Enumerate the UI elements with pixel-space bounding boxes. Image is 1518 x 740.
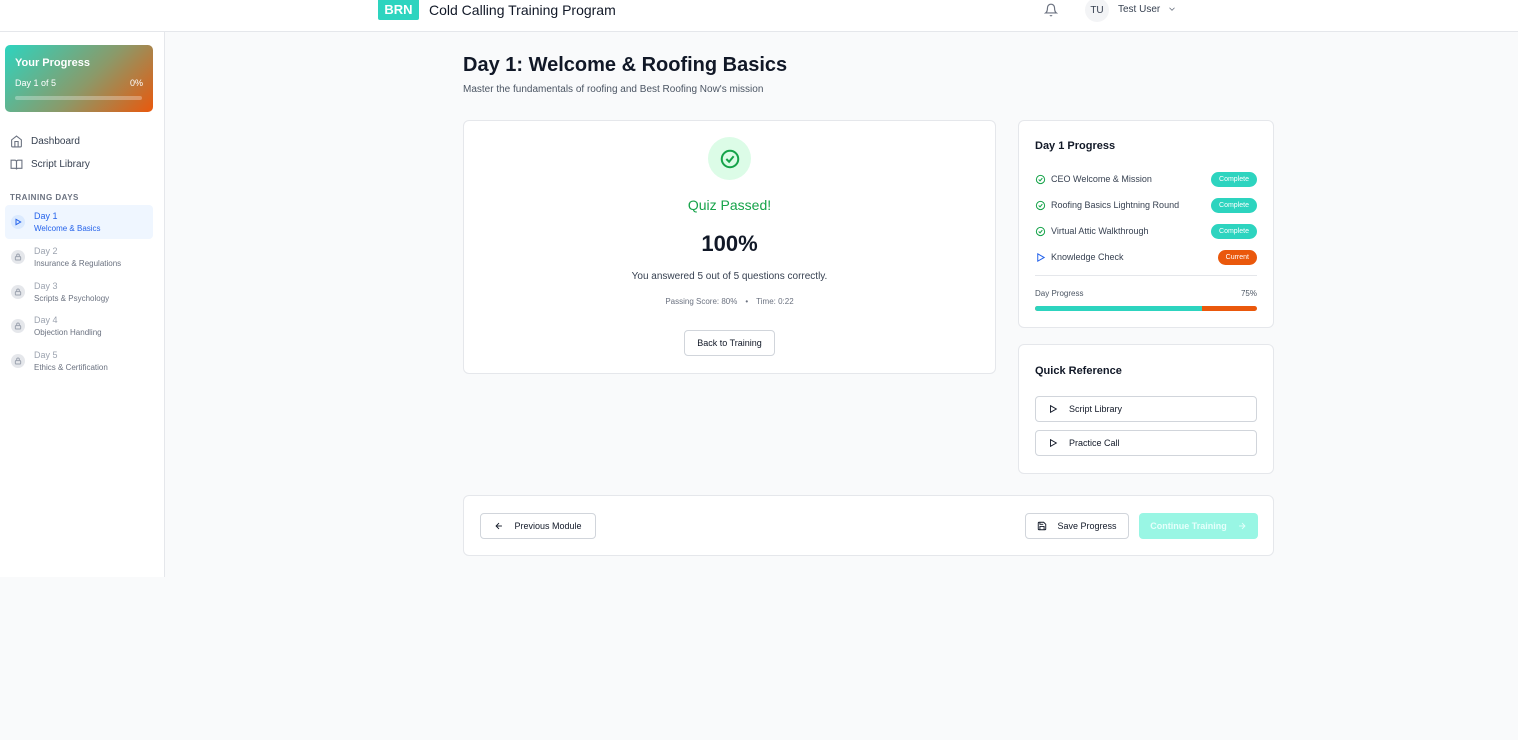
passing-score: Passing Score: 80% (665, 297, 738, 306)
play-icon (1050, 404, 1058, 414)
progress-day-label: Day 1 of 5 (15, 78, 57, 88)
top-bar: BRN Cold Calling Training Program TU Tes… (0, 0, 1518, 32)
lock-icon (11, 319, 25, 333)
practice-call-button[interactable]: Practice Call (1035, 430, 1257, 456)
app-title: Cold Calling Training Program (429, 2, 616, 18)
arrow-right-icon (1238, 522, 1246, 530)
page-title: Day 1: Welcome & Roofing Basics (463, 54, 788, 76)
day-progress-bar (1035, 306, 1257, 311)
progress-item-label: Knowledge Check (1051, 252, 1124, 262)
module-navigation: Previous Module Save Progress Continue T… (463, 495, 1274, 556)
status-badge: Complete (1211, 171, 1257, 187)
sidebar-item-day-3[interactable]: Day 3 Scripts & Psychology (5, 275, 153, 309)
sidebar-item-day-5[interactable]: Day 5 Ethics & Certification (5, 344, 153, 378)
sidebar: Your Progress Day 1 of 5 0% Dashboard Sc… (0, 32, 165, 577)
quick-reference-card: Quick Reference Script Library Practice … (1018, 344, 1274, 474)
check-circle-icon (1035, 174, 1046, 184)
save-icon (1038, 521, 1047, 531)
continue-training-button[interactable]: Continue Training (1139, 513, 1258, 539)
progress-item-label: Virtual Attic Walkthrough (1051, 226, 1149, 236)
day-subtitle: Welcome & Basics (34, 224, 101, 233)
nav-script-library-label: Script Library (31, 158, 90, 170)
day-name: Day 2 (34, 246, 58, 256)
save-progress-button[interactable]: Save Progress (1025, 513, 1129, 539)
continue-training-label: Continue Training (1150, 521, 1227, 531)
back-to-training-button[interactable]: Back to Training (684, 330, 775, 356)
quiz-status: Quiz Passed! (687, 197, 772, 213)
day-subtitle: Objection Handling (34, 328, 102, 337)
play-icon (11, 215, 25, 229)
day-subtitle: Scripts & Psychology (34, 294, 110, 303)
script-library-button[interactable]: Script Library (1035, 396, 1257, 422)
sidebar-item-day-4[interactable]: Day 4 Objection Handling (5, 309, 153, 343)
day-name: Day 1 (34, 211, 58, 221)
progress-percent: 0% (129, 78, 143, 88)
practice-call-label: Practice Call (1069, 438, 1120, 448)
progress-bar (15, 96, 142, 100)
meta-separator: • (745, 297, 749, 306)
arrow-left-icon (495, 522, 503, 530)
day-progress-label: Day Progress (1035, 289, 1084, 298)
sidebar-item-day-2[interactable]: Day 2 Insurance & Regulations (5, 240, 153, 274)
page-subtitle: Master the fundamentals of roofing and B… (463, 84, 764, 95)
bell-icon[interactable] (1044, 3, 1058, 17)
training-days-label: TRAINING DAYS (10, 193, 79, 202)
chevron-down-icon[interactable] (1167, 4, 1177, 14)
day-progress-card: Day 1 Progress CEO Welcome & Mission Com… (1018, 120, 1274, 328)
check-circle-icon (1035, 226, 1046, 236)
day-progress-title: Day 1 Progress (1035, 140, 1116, 152)
lock-icon (11, 285, 25, 299)
sidebar-item-day-1[interactable]: Day 1 Welcome & Basics (5, 205, 153, 239)
day-subtitle: Ethics & Certification (34, 363, 108, 372)
check-circle-icon (708, 137, 751, 180)
user-avatar[interactable]: TU (1085, 0, 1109, 22)
user-name[interactable]: Test User (1118, 4, 1160, 15)
book-icon (10, 159, 23, 169)
nav-script-library[interactable]: Script Library (10, 156, 90, 172)
brand-logo[interactable]: BRN (378, 0, 419, 20)
home-icon (11, 134, 22, 147)
day-subtitle: Insurance & Regulations (34, 259, 122, 268)
quick-reference-title: Quick Reference (1035, 365, 1122, 377)
divider (1035, 275, 1257, 276)
progress-item-label: Roofing Basics Lightning Round (1051, 200, 1180, 210)
progress-item: Roofing Basics Lightning Round Complete (1035, 197, 1257, 213)
status-badge: Current (1217, 249, 1257, 265)
quiz-time: Time: 0:22 (756, 297, 794, 306)
progress-title: Your Progress (15, 57, 90, 69)
quiz-result-text: You answered 5 out of 5 questions correc… (631, 271, 828, 282)
check-circle-icon (1035, 200, 1046, 210)
play-icon (1037, 252, 1046, 262)
progress-item: Knowledge Check Current (1035, 249, 1257, 265)
lock-icon (11, 354, 25, 368)
progress-item-label: CEO Welcome & Mission (1051, 174, 1152, 184)
quiz-result-card: Quiz Passed! 100% You answered 5 out of … (463, 120, 996, 374)
play-icon (1050, 438, 1058, 448)
progress-card: Your Progress Day 1 of 5 0% (5, 45, 153, 112)
day-progress-bar-fill (1035, 306, 1202, 311)
status-badge: Complete (1211, 197, 1257, 213)
day-progress-percent: 75% (1240, 289, 1257, 298)
nav-dashboard-label: Dashboard (31, 135, 80, 147)
day-name: Day 3 (34, 281, 58, 291)
progress-item: Virtual Attic Walkthrough Complete (1035, 223, 1257, 239)
day-name: Day 5 (34, 350, 58, 360)
nav-dashboard[interactable]: Dashboard (10, 133, 80, 149)
previous-module-button[interactable]: Previous Module (480, 513, 596, 539)
progress-item: CEO Welcome & Mission Complete (1035, 171, 1257, 187)
script-library-label: Script Library (1069, 404, 1123, 414)
quiz-meta: Passing Score: 80% • Time: 0:22 (464, 297, 995, 306)
quiz-score: 100% (701, 231, 758, 256)
previous-module-label: Previous Module (514, 521, 582, 531)
day-name: Day 4 (34, 315, 58, 325)
status-badge: Complete (1211, 223, 1257, 239)
lock-icon (11, 250, 25, 264)
save-progress-label: Save Progress (1057, 521, 1117, 531)
